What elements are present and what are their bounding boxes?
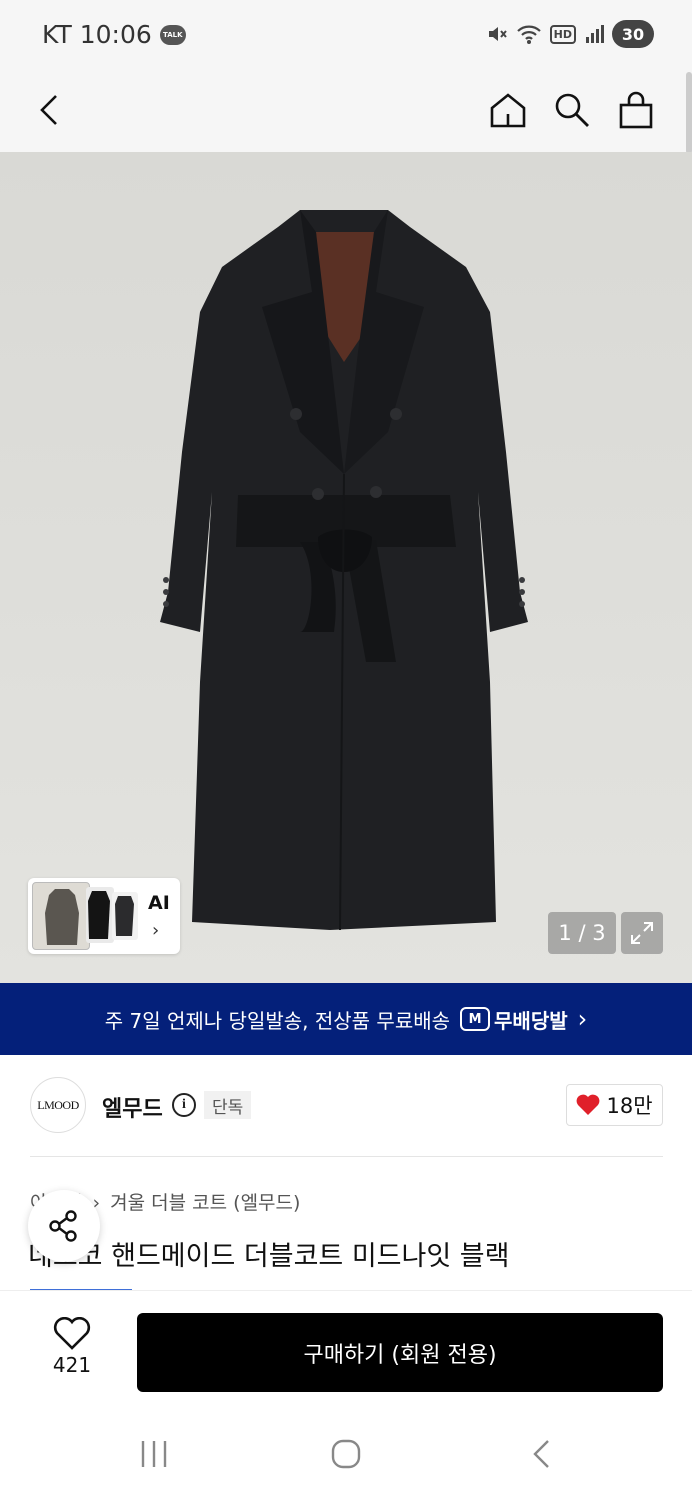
heart-icon [577, 1094, 600, 1115]
wifi-icon [516, 25, 541, 44]
brand-logo[interactable]: LMOOD [30, 1077, 86, 1133]
product-image-gallery[interactable]: AI › 1 / 3 [0, 152, 692, 983]
similar-items-ai-button[interactable]: AI › [28, 878, 180, 954]
delivery-truck-icon: M [460, 1007, 491, 1031]
brand-name[interactable]: 엘무드 [102, 1091, 163, 1123]
recent-apps-icon [141, 1441, 167, 1467]
recent-apps-button[interactable] [136, 1434, 172, 1474]
breadcrumb-category[interactable]: 겨울 더블 코트 (엘무드) [110, 1192, 300, 1214]
share-icon [49, 1210, 77, 1242]
heart-outline-icon [53, 1317, 91, 1350]
back-icon [40, 95, 57, 125]
scrollbar[interactable] [686, 72, 692, 154]
brand-like-button[interactable]: 18만 [566, 1084, 663, 1126]
shipping-badge-label: 무배당발 [494, 1008, 568, 1033]
hd-icon: HD [549, 24, 576, 44]
mute-icon [488, 27, 507, 41]
thumbnail-image [86, 887, 114, 943]
carrier-label: KT [42, 20, 72, 49]
shipping-badge: M 무배당발 [460, 1005, 568, 1034]
shopping-bag-icon [619, 91, 653, 129]
exclusive-badge: 단독 [204, 1091, 252, 1119]
wishlist-button[interactable]: 421 [40, 1317, 104, 1381]
purchase-bar: 421 구매하기 (회원 전용) [0, 1290, 692, 1408]
product-photo [0, 152, 692, 983]
brand-row: LMOOD 엘무드 i 단독 18만 [0, 1055, 692, 1157]
back-system-button[interactable] [524, 1434, 560, 1474]
thumbnail-image [32, 882, 90, 950]
brand-like-count: 18만 [606, 1094, 653, 1118]
chevron-right-icon: › [577, 1005, 588, 1033]
ai-label: AI [148, 892, 170, 914]
status-left: KT 10:06 TALK [42, 20, 186, 49]
system-navigation-bar [0, 1408, 692, 1500]
search-button[interactable] [546, 84, 598, 136]
battery-icon: 30 [612, 20, 654, 48]
kakaotalk-icon: TALK [159, 24, 186, 45]
buy-button[interactable]: 구매하기 (회원 전용) [137, 1313, 663, 1392]
divider [30, 1156, 663, 1157]
product-title: 네오코 핸드메이드 더블코트 미드나잇 블랙 [28, 1241, 510, 1272]
thumbnail-image [112, 892, 138, 940]
home-system-button[interactable] [328, 1434, 364, 1474]
home-icon [490, 93, 526, 128]
cart-button[interactable] [610, 84, 662, 136]
expand-image-button[interactable] [621, 912, 663, 954]
status-right: HD 30 [486, 20, 654, 48]
back-arrow-icon [533, 1440, 549, 1468]
status-bar: KT 10:06 TALK HD 30 [0, 0, 692, 70]
shipping-text: 주 7일 언제나 당일발송, 전상품 무료배송 [104, 1008, 451, 1033]
expand-icon [631, 922, 653, 944]
status-time: 10:06 [79, 20, 152, 49]
home-circle-icon [331, 1439, 361, 1469]
back-button[interactable] [24, 84, 76, 136]
home-button[interactable] [482, 84, 534, 136]
shipping-banner[interactable]: 주 7일 언제나 당일발송, 전상품 무료배송 M 무배당발 › [0, 983, 692, 1055]
share-button[interactable] [28, 1190, 100, 1262]
search-icon [555, 93, 589, 127]
image-pager: 1 / 3 [548, 912, 616, 954]
signal-icon [586, 25, 604, 43]
info-icon[interactable]: i [172, 1093, 196, 1117]
chevron-right-icon: › [152, 920, 160, 941]
wishlist-count: 421 [52, 1353, 92, 1377]
top-nav [0, 70, 692, 152]
